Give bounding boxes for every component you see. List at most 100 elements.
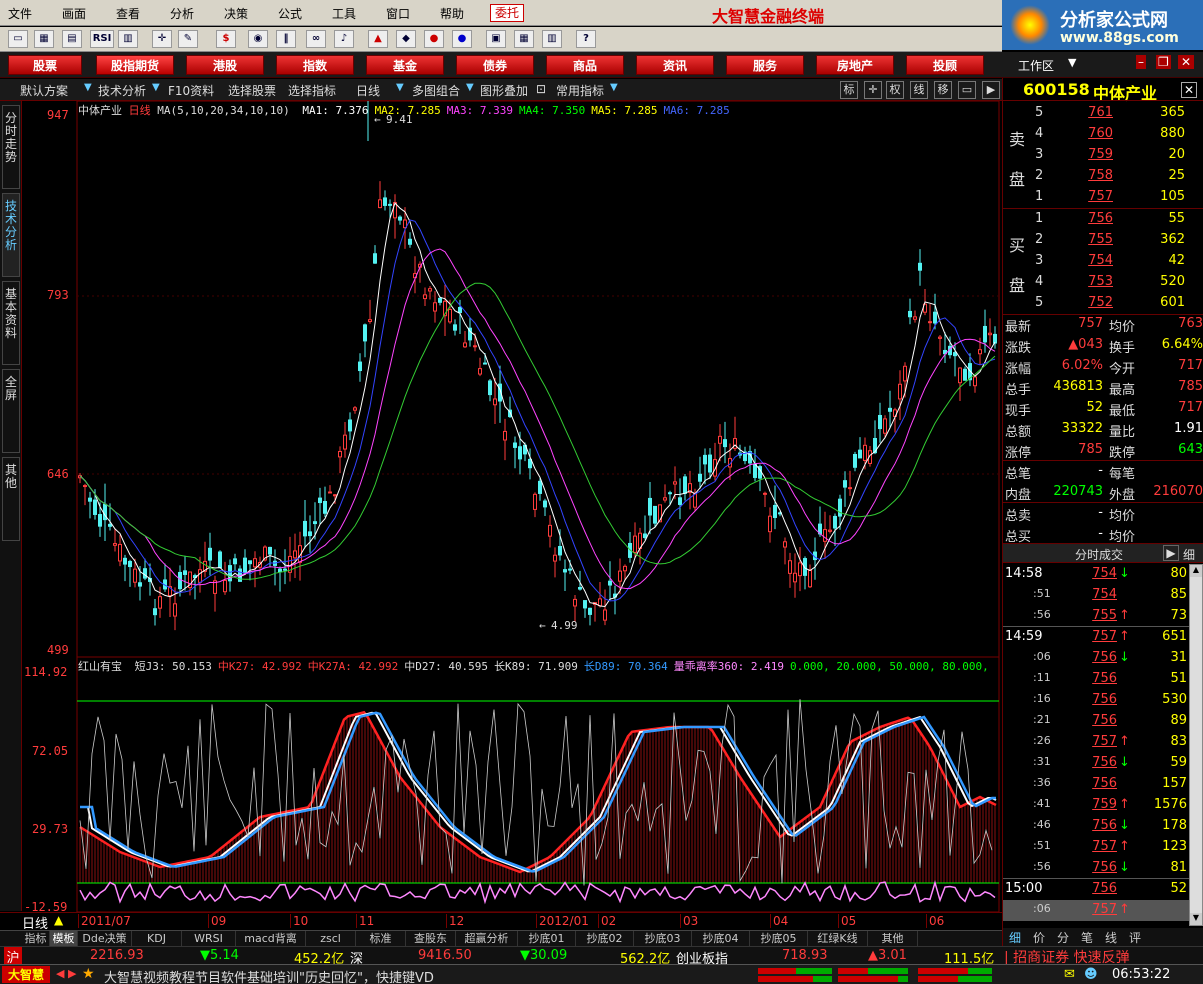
tab-fullscreen[interactable]: 全屏	[2, 369, 20, 453]
mark-button[interactable]: 标	[840, 81, 858, 99]
arrow-icon[interactable]: ▲	[368, 30, 388, 48]
cat-news[interactable]: 资讯	[636, 55, 714, 75]
cat-hk[interactable]: 港股	[186, 55, 264, 75]
panel-tab[interactable]: 分	[1057, 929, 1069, 946]
order-book-row[interactable]: 5 752 601	[1003, 294, 1203, 315]
cat-service[interactable]: 服务	[726, 55, 804, 75]
menu-tools[interactable]: 工具	[332, 5, 356, 22]
document-icon[interactable]: ▣	[486, 30, 506, 48]
news-ticker[interactable]: 大智慧视频教程节目软件基础培训"历史回忆"，快捷键VD	[104, 967, 434, 984]
move-button[interactable]: 移	[934, 81, 952, 99]
user-icon[interactable]: ☻	[1084, 967, 1098, 982]
ticks-list[interactable]: 14:58 754 ↓ 80:51 754 85:56 755 ↑ 73 14:59 757 ↑ 651…	[1003, 564, 1189, 926]
cat-commodity[interactable]: 商品	[546, 55, 624, 75]
chevron-down-icon[interactable]: ▼	[466, 82, 474, 93]
crosshair-icon[interactable]: ✛	[152, 30, 172, 48]
dollar-icon[interactable]: $	[216, 30, 236, 48]
red-circle-icon[interactable]: ●	[424, 30, 444, 48]
order-book-row[interactable]: 1 756 55	[1003, 210, 1203, 231]
cat-bond[interactable]: 债券	[456, 55, 534, 75]
period-dropdown[interactable]: 日线	[356, 82, 380, 99]
tab-intraday[interactable]: 分时走势	[2, 105, 20, 189]
dzh-logo[interactable]: 大智慧	[2, 966, 50, 983]
sh-label[interactable]: 沪	[4, 947, 22, 966]
order-book-row[interactable]: 2 758 25	[1003, 167, 1203, 188]
menu-window[interactable]: 窗口	[386, 5, 410, 22]
indicator-tab[interactable]: 超赢分析	[456, 931, 518, 947]
work-area-label[interactable]: 工作区	[1018, 57, 1054, 74]
cat-fund[interactable]: 基金	[366, 55, 444, 75]
tick-row[interactable]: :31 756 ↓ 59	[1003, 753, 1189, 774]
line-button[interactable]: 线	[910, 81, 928, 99]
menu-analysis[interactable]: 分析	[170, 5, 194, 22]
cat-index[interactable]: 指数	[276, 55, 354, 75]
bell-icon[interactable]: ♪	[334, 30, 354, 48]
order-book-row[interactable]: 5 761 365	[1003, 104, 1203, 125]
bars-icon[interactable]: ‖	[276, 30, 296, 48]
tick-row[interactable]: :11 756 51	[1003, 669, 1189, 690]
restore-icon[interactable]: ❐	[1156, 55, 1171, 69]
chevron-down-icon[interactable]: ▼	[152, 82, 160, 93]
lock-icon[interactable]: ⊡	[536, 82, 546, 96]
order-book-row[interactable]: 4 760 880	[1003, 125, 1203, 146]
chevron-down-icon[interactable]: ▼	[396, 82, 404, 93]
tab-fundamentals[interactable]: 基本资料	[2, 281, 20, 365]
tab-tech-analysis[interactable]: 技术分析	[2, 193, 20, 277]
tick-row[interactable]: :21 756 89	[1003, 711, 1189, 732]
overlay-dropdown[interactable]: 图形叠加	[480, 82, 528, 99]
chevron-down-icon[interactable]: ▼	[610, 82, 618, 93]
menu-help[interactable]: 帮助	[440, 5, 464, 22]
stock-code[interactable]: 600158	[1023, 80, 1090, 99]
menu-formula[interactable]: 公式	[278, 5, 302, 22]
indicator-chart[interactable]: 114.92 72.05 29.73 -12.59 红山有宝 短J3: 50.1…	[22, 657, 1002, 912]
indicator-tab[interactable]: 抄底04	[692, 931, 750, 947]
grid-icon[interactable]: ▤	[62, 30, 82, 48]
select-indicator-button[interactable]: 选择指标	[288, 82, 336, 99]
tick-row[interactable]: :36 756 157	[1003, 774, 1189, 795]
close-icon[interactable]: ✕	[1181, 82, 1197, 98]
rsi-button[interactable]: RSI	[90, 30, 114, 48]
pen-icon[interactable]: ✎	[178, 30, 198, 48]
tech-analysis-dropdown[interactable]: 技术分析	[98, 82, 146, 99]
tick-row[interactable]: :41 759 ↑ 1576	[1003, 795, 1189, 816]
indicator-tab[interactable]: 抄底05	[750, 931, 808, 947]
menu-view[interactable]: 查看	[116, 5, 140, 22]
tick-row[interactable]: :06 756 ↓ 31	[1003, 648, 1189, 669]
prev-arrow-icon[interactable]: ◀	[56, 967, 64, 980]
tick-row[interactable]: :51 754 85	[1003, 585, 1189, 606]
common-indicator-dropdown[interactable]: 常用指标	[556, 82, 604, 99]
menu-decision[interactable]: 决策	[224, 5, 248, 22]
kline-chart[interactable]: 947 793 646 499 ← 9.41 ← 4.99 中体产业 日线 MA…	[22, 101, 1002, 657]
binoculars-icon[interactable]: ∞	[306, 30, 326, 48]
table-icon[interactable]: ▥	[118, 30, 138, 48]
tick-row[interactable]: :56 756 ↓ 81	[1003, 858, 1189, 879]
cat-stocks[interactable]: 股票	[8, 55, 82, 75]
cat-realestate[interactable]: 房地产	[816, 55, 894, 75]
crosshair-icon[interactable]: ✛	[864, 81, 882, 99]
calc-icon[interactable]: ▦	[514, 30, 534, 48]
order-book-row[interactable]: 4 753 520	[1003, 273, 1203, 294]
play-icon[interactable]: ▶	[1163, 545, 1179, 561]
chart-icon[interactable]: ▦	[34, 30, 54, 48]
tick-row[interactable]: :26 757 ↑ 83	[1003, 732, 1189, 753]
order-book-row[interactable]: 2 755 362	[1003, 231, 1203, 252]
tick-row[interactable]: 14:59 757 ↑ 651	[1003, 626, 1189, 648]
cat-advisor[interactable]: 投顾	[906, 55, 984, 75]
indicator-tab[interactable]: 模板	[50, 931, 78, 947]
dropdown-icon[interactable]: ▼	[1068, 56, 1076, 69]
scroll-down-icon[interactable]: ▼	[1190, 913, 1202, 925]
tab-other[interactable]: 其他	[2, 457, 20, 541]
eye-icon[interactable]: ◉	[248, 30, 268, 48]
blue-circle-icon[interactable]: ●	[452, 30, 472, 48]
tick-row[interactable]: :16 756 530	[1003, 690, 1189, 711]
indicator-tab[interactable]: Dde决策	[78, 931, 132, 947]
order-book-row[interactable]: 3 754 42	[1003, 252, 1203, 273]
trade-button[interactable]: 委托	[490, 4, 524, 22]
play-icon[interactable]: ▶	[982, 81, 1000, 99]
rights-button[interactable]: 权	[886, 81, 904, 99]
indicator-tab[interactable]: zscl	[306, 931, 356, 947]
books-icon[interactable]: ▥	[542, 30, 562, 48]
indicator-tab[interactable]: 指标	[22, 931, 50, 947]
f10-button[interactable]: F10资料	[168, 82, 214, 99]
select-stock-button[interactable]: 选择股票	[228, 82, 276, 99]
